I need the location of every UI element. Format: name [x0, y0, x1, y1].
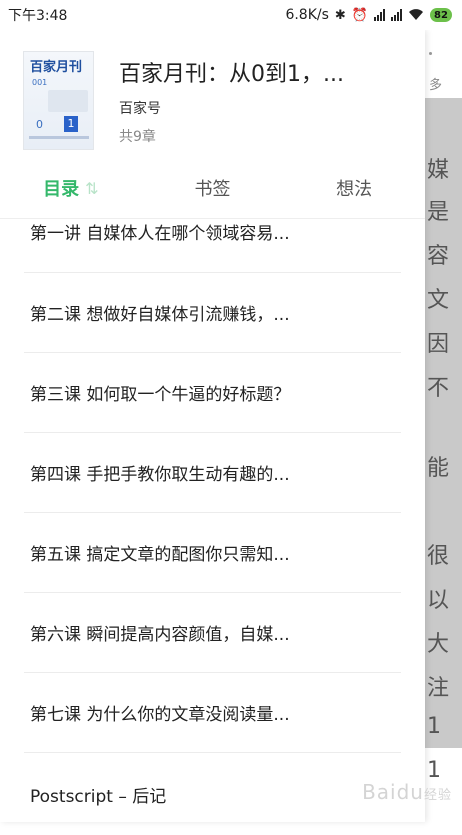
- book-author[interactable]: 百家号: [119, 98, 161, 118]
- watermark-text: Baidu: [362, 780, 424, 804]
- chapter-title: 第三课 如何取一个牛逼的好标题？: [30, 385, 291, 405]
- table-of-contents-drawer: 百家月刊 001 0 1 百家月刊：从0到1，... 百家号 共9章 目录 ⇅ …: [0, 30, 425, 822]
- chapter-item[interactable]: 第七课 为什么你的文章没阅读量...: [24, 673, 401, 753]
- chapter-title: 第二课 想做好自媒体引流赚钱，...: [30, 305, 290, 325]
- background-char: 因: [427, 332, 450, 357]
- chapter-item[interactable]: 第四课 手把手教你取生动有趣的...: [24, 433, 401, 513]
- status-bar: 下午3:48 6.8K/s ✱ ⏰ 82: [0, 0, 462, 30]
- signal-icon: [391, 9, 402, 21]
- background-char: 以: [427, 588, 450, 613]
- background-char: 容: [427, 244, 450, 269]
- tab-bookmarks[interactable]: 书签: [142, 160, 284, 218]
- tab-label: 书签: [194, 179, 231, 200]
- network-speed: 6.8K/s: [285, 7, 329, 23]
- background-char: 很: [427, 544, 450, 569]
- dot-icon: [429, 52, 432, 55]
- chapter-title: 第六课 瞬间提高内容颜值，自媒...: [30, 625, 290, 645]
- chapter-title: 第五课 搞定文章的配图你只需知...: [30, 545, 290, 565]
- chapter-count: 共9章: [119, 129, 156, 145]
- tab-label: 目录: [43, 179, 80, 200]
- chapter-list: 第一讲 自媒体人在哪个领域容易... 第二课 想做好自媒体引流赚钱，... 第三…: [0, 219, 425, 835]
- tab-bar: 目录 ⇅ 书签 想法: [0, 160, 425, 219]
- background-char: 媒: [427, 158, 450, 183]
- wifi-icon: [408, 9, 424, 21]
- background-char: 不: [427, 376, 450, 401]
- tab-label: 想法: [336, 179, 373, 200]
- background-char: 1: [427, 714, 441, 739]
- cover-caption: [29, 136, 89, 139]
- alarm-icon: ⏰: [351, 7, 368, 23]
- background-content: 媒 是 容 文 因 不 能 很 以 大 注 1 1: [425, 98, 462, 783]
- book-cover[interactable]: 百家月刊 001 0 1: [23, 51, 94, 150]
- chapter-item[interactable]: 第一讲 自媒体人在哪个领域容易...: [24, 219, 401, 273]
- tab-contents[interactable]: 目录 ⇅: [0, 160, 142, 218]
- cover-zero: 0: [36, 118, 43, 131]
- background-page-header: 多: [425, 30, 462, 98]
- tab-notes[interactable]: 想法: [283, 160, 425, 218]
- chapter-title: 第七课 为什么你的文章没阅读量...: [30, 705, 290, 725]
- watermark-suffix: 经验: [423, 788, 452, 803]
- cover-title: 百家月刊: [30, 60, 83, 75]
- chapter-item[interactable]: 第三课 如何取一个牛逼的好标题？: [24, 353, 401, 433]
- book-title: 百家月刊：从0到1，...: [119, 62, 344, 87]
- cover-one: 1: [64, 116, 78, 132]
- bluetooth-icon: ✱: [334, 7, 346, 23]
- chapter-title: 第四课 手把手教你取生动有趣的...: [30, 465, 290, 485]
- chapter-item[interactable]: 第二课 想做好自媒体引流赚钱，...: [24, 273, 401, 353]
- background-char: 大: [427, 632, 450, 657]
- chapter-title: Postscript – 后记: [30, 786, 167, 807]
- chapter-item[interactable]: Postscript – 后记: [24, 753, 401, 835]
- background-char: 是: [427, 200, 450, 225]
- chapter-item[interactable]: 第五课 搞定文章的配图你只需知...: [24, 513, 401, 593]
- status-time: 下午3:48: [8, 8, 68, 24]
- status-icons: 6.8K/s ✱ ⏰ 82: [285, 7, 452, 23]
- cover-number: 001: [32, 78, 48, 87]
- chapter-title: 第一讲 自媒体人在哪个领域容易...: [30, 224, 290, 244]
- signal-icon: [374, 9, 385, 21]
- sort-icon[interactable]: ⇅: [85, 179, 98, 198]
- background-char: 注: [427, 676, 450, 701]
- chapter-item[interactable]: 第六课 瞬间提高内容颜值，自媒...: [24, 593, 401, 673]
- background-char: 能: [427, 456, 450, 481]
- background-more-label: 多: [429, 78, 443, 93]
- background-page[interactable]: 多 媒 是 容 文 因 不 能 很 以 大 注 1 1: [425, 30, 462, 822]
- baidu-watermark: Baidu经验: [362, 780, 452, 804]
- cover-illustration: [48, 90, 88, 112]
- background-char: 文: [427, 288, 450, 313]
- book-header[interactable]: 百家月刊 001 0 1 百家月刊：从0到1，... 百家号 共9章: [0, 30, 425, 160]
- battery-icon: 82: [430, 8, 452, 22]
